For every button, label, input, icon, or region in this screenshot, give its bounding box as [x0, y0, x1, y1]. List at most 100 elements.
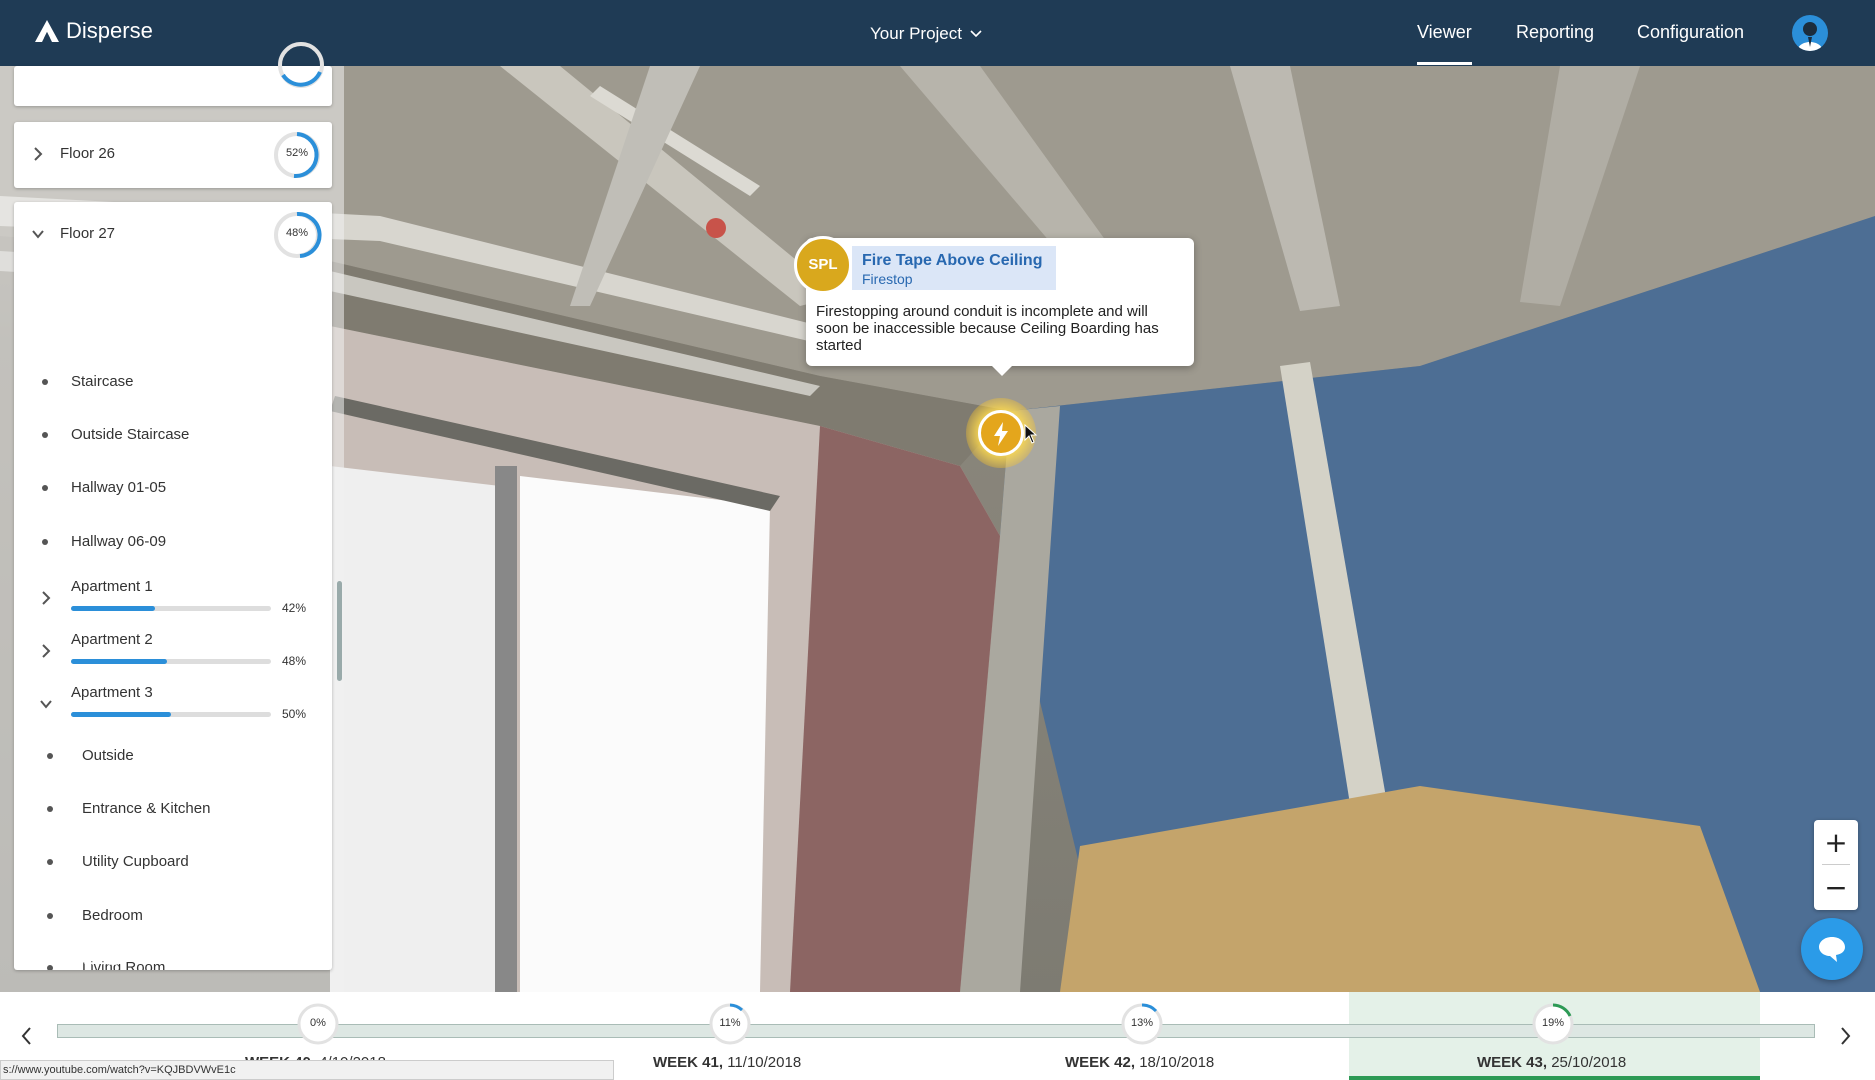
project-selector[interactable]: Your Project [870, 24, 982, 44]
week-42-percent: 13% [1130, 1017, 1154, 1029]
active-week-indicator [1349, 1076, 1760, 1080]
user-avatar-icon [1797, 22, 1823, 51]
brand-logo[interactable]: Disperse [34, 18, 153, 44]
chat-bubble-icon [1819, 937, 1845, 962]
bullet-icon [47, 859, 53, 865]
lightning-icon [994, 422, 1008, 446]
floor-27-progress: 48% [272, 210, 322, 260]
location-sidebar: Floor 26 52% Floor 27 48% Staircase Outs… [0, 42, 344, 997]
floor-27-header[interactable]: Floor 27 48% [14, 202, 332, 268]
chat-button[interactable] [1801, 918, 1863, 980]
progress-donut [276, 40, 326, 90]
progress-fill [71, 659, 167, 664]
chevron-right-icon [34, 147, 43, 161]
list-item[interactable]: Outside Staircase [14, 415, 332, 455]
week-41-date: 11/10/2018 [727, 1054, 802, 1071]
zoom-in-button[interactable]: + [1814, 820, 1858, 864]
floor-26-header[interactable]: Floor 26 52% [14, 122, 332, 188]
zoom-controls: + − [1814, 820, 1858, 910]
week-40-percent: 0% [310, 1017, 326, 1029]
week-43-name: WEEK 43, [1477, 1054, 1548, 1071]
chevron-down-icon [970, 30, 982, 38]
issue-title[interactable]: Fire Tape Above Ceiling [862, 252, 1042, 270]
sliders-icon [23, 952, 45, 968]
task-filter-label: Task Filter [56, 951, 125, 969]
floor-card-partial[interactable] [14, 42, 332, 106]
room-label: Outside Staircase [71, 426, 190, 443]
floor-26-percent: 52% [285, 147, 309, 159]
room-label: Hallway 01-05 [71, 479, 167, 496]
room-label: Outside [82, 747, 134, 764]
bullet-icon [42, 432, 48, 438]
week-43-date: 25/10/2018 [1551, 1054, 1627, 1071]
chevron-left-icon[interactable] [20, 1026, 34, 1046]
chevron-right-icon [42, 644, 51, 658]
room-label: Staircase [71, 373, 134, 390]
apartment-3-name: Apartment 3 [71, 684, 153, 701]
week-43-progress[interactable]: 19% [1531, 1002, 1575, 1046]
project-selector-label: Your Project [870, 24, 962, 43]
room-label: Utility Cupboard [82, 853, 189, 870]
apartment-2-percent: 48% [282, 654, 307, 668]
list-item[interactable]: Hallway 06-09 [14, 522, 332, 562]
issue-description: Firestopping around conduit is incomplet… [816, 303, 1159, 354]
week-41-percent: 11% [719, 1017, 741, 1029]
week-41-progress[interactable]: 11% [708, 1002, 752, 1046]
floor-27-percent: 48% [285, 227, 309, 239]
floor-card-26[interactable]: Floor 26 52% [14, 122, 332, 188]
week-40-progress[interactable]: 0% [296, 1002, 340, 1046]
apartment-2-progress-bar [71, 659, 271, 664]
progress-fill [71, 712, 171, 717]
apartment-1-name: Apartment 1 [71, 578, 153, 595]
apartment-1-item[interactable]: Apartment 1 42% [14, 572, 332, 622]
bullet-icon [47, 913, 53, 919]
bullet-icon [47, 806, 53, 812]
apartment-1-progress-bar [71, 606, 271, 611]
apartment-3-progress-bar [71, 712, 271, 717]
list-item[interactable]: Entrance & Kitchen [14, 789, 332, 829]
week-43-percent: 19% [1541, 1017, 1565, 1029]
week-43-label[interactable]: WEEK 43, 25/10/2018 [1477, 1054, 1626, 1071]
bullet-icon [42, 379, 48, 385]
bullet-icon [47, 753, 53, 759]
list-item[interactable]: Hallway 01-05 [14, 468, 332, 508]
bullet-icon [42, 485, 48, 491]
mouse-cursor-icon [1024, 424, 1038, 444]
floor-card-27: Floor 27 48% Staircase Outside Staircase… [14, 202, 332, 970]
chevron-right-icon [42, 591, 51, 605]
chevron-right-icon[interactable] [1838, 1026, 1852, 1046]
author-avatar: SPL [794, 236, 852, 294]
room-label: Bedroom [82, 907, 143, 924]
week-42-name: WEEK 42, [1065, 1054, 1136, 1071]
list-item[interactable]: Bedroom [14, 896, 332, 936]
list-item[interactable]: Outside [14, 736, 332, 776]
task-filter-button[interactable]: Task Filter [22, 950, 124, 970]
week-42-progress[interactable]: 13% [1120, 1002, 1164, 1046]
floor-26-name: Floor 26 [60, 145, 116, 162]
nav-viewer[interactable]: Viewer [1417, 22, 1472, 65]
sidebar-scrollbar[interactable] [337, 581, 342, 681]
nav-reporting[interactable]: Reporting [1516, 22, 1594, 43]
apartment-3-item[interactable]: Apartment 3 50% [14, 678, 332, 728]
floor-27-name: Floor 27 [60, 225, 116, 242]
chevron-down-icon [32, 230, 44, 239]
zoom-out-button[interactable]: − [1814, 865, 1858, 909]
apartment-2-name: Apartment 2 [71, 631, 153, 648]
apartment-3-percent: 50% [282, 707, 307, 721]
week-42-label[interactable]: WEEK 42, 18/10/2018 [1065, 1054, 1214, 1071]
apartment-1-percent: 42% [282, 601, 307, 615]
week-41-label[interactable]: WEEK 41, 11/10/2018 [653, 1054, 801, 1071]
progress-fill [71, 606, 155, 611]
week-42-date: 18/10/2018 [1139, 1054, 1215, 1071]
bullet-icon [42, 539, 48, 545]
room-label: Entrance & Kitchen [82, 800, 211, 817]
chevron-down-icon [40, 700, 52, 709]
browser-status-url: s://www.youtube.com/watch?v=KQJBDVWvE1c [0, 1060, 614, 1080]
apartment-2-item[interactable]: Apartment 2 48% [14, 625, 332, 675]
nav-configuration[interactable]: Configuration [1637, 22, 1744, 43]
issue-marker-core [978, 410, 1024, 456]
user-avatar[interactable] [1792, 15, 1828, 51]
list-item[interactable]: Utility Cupboard [14, 842, 332, 882]
list-item[interactable]: Staircase [14, 362, 332, 402]
disperse-logo-icon [35, 20, 59, 42]
